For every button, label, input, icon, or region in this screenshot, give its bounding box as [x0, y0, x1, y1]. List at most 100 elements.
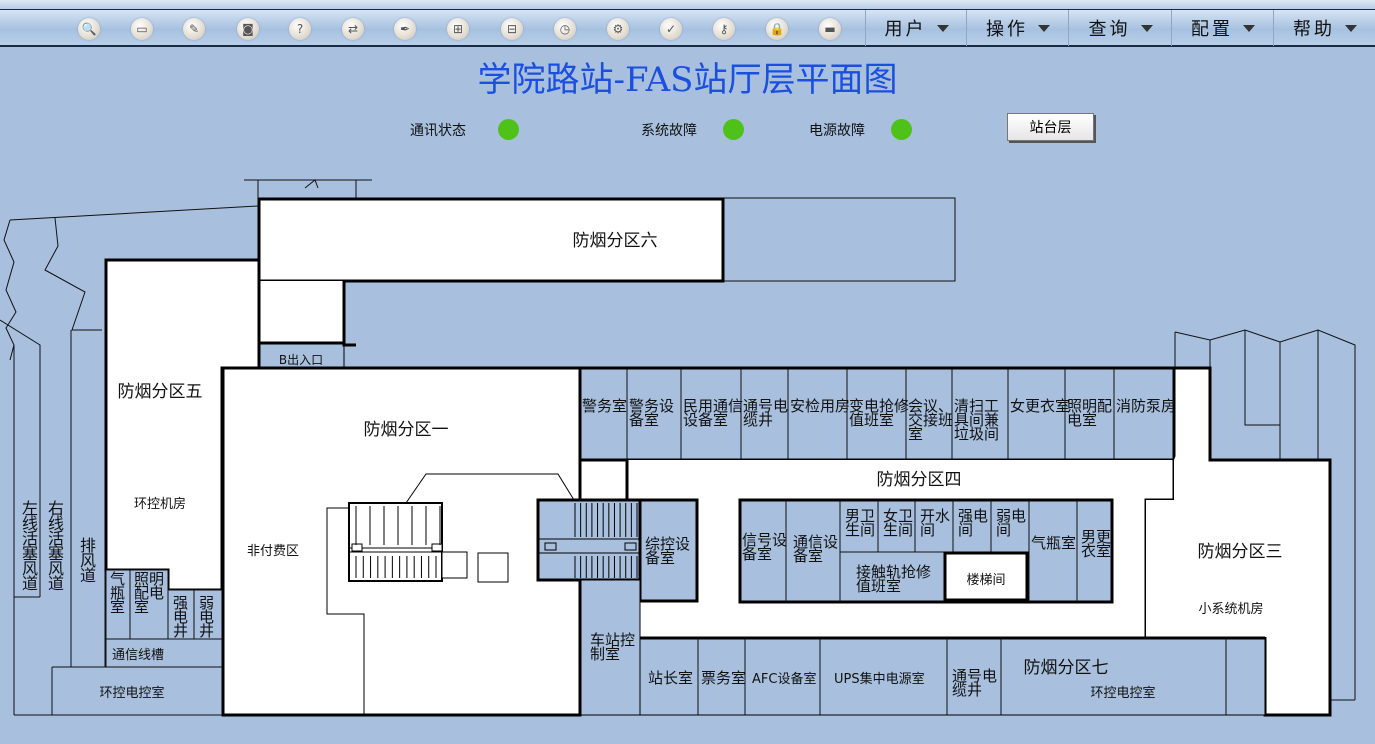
north-room	[680, 367, 742, 461]
room-station-control: 车站控制室	[590, 631, 635, 663]
network-tool-button[interactable]: ⊞	[447, 18, 469, 40]
tools-icon: ✓	[665, 22, 677, 36]
fullscreen-tool-button[interactable]: ▭	[131, 18, 153, 40]
room-hvac-control-z7: 环控电控室	[1090, 685, 1155, 701]
status-label-power-fault: 电源故障	[809, 123, 865, 139]
room-comm-trough: 通信线槽	[112, 648, 164, 663]
chevron-down-icon	[1345, 24, 1357, 32]
menu-label: 操作	[986, 19, 1028, 40]
south-room-label: 站长室	[648, 669, 693, 687]
room-strong-power: 强电间	[958, 507, 988, 539]
room-gas-cylinder-left: 气瓶室	[110, 570, 125, 616]
south-room-label: 通号电缆井	[952, 667, 997, 699]
north-room-label: 变电抢修值班室	[849, 397, 909, 429]
zone-6-label: 防烟分区六	[573, 231, 658, 251]
room-exhaust-duct: 排风道	[80, 536, 96, 585]
room-weak-power-shaft: 弱电井	[199, 594, 214, 640]
status-label-comm: 通讯状态	[410, 123, 466, 139]
room-signal-equipment: 信号设备室	[742, 531, 787, 563]
lock-tool-button[interactable]: 🔒	[766, 18, 788, 40]
switch-tool-button[interactable]: ⇄	[342, 18, 364, 40]
north-room-label: 消防泵房	[1116, 397, 1176, 415]
floor-plan: B出入口 防烟分区六 防烟分区五 防烟分区一 防烟分区四 防烟分区三 防烟分区七…	[0, 179, 1356, 717]
status-led-system-fault	[723, 119, 744, 140]
room-gas-cylinder: 气瓶室	[1031, 534, 1076, 552]
menu-query[interactable]: 查询	[1068, 10, 1172, 46]
north-room	[740, 367, 789, 461]
server-icon: ▬	[824, 22, 836, 36]
room-stairwell: 楼梯间	[966, 573, 1005, 588]
pin-icon: ✒	[399, 22, 411, 36]
room-lighting-distribution: 照明配电室	[134, 570, 164, 616]
room-boiling-water: 开水间	[920, 507, 950, 539]
pin-tool-button[interactable]: ✒	[394, 18, 416, 40]
zone-4-label: 防烟分区四	[877, 470, 962, 490]
room-strong-power-shaft: 强电井	[173, 594, 188, 640]
settings-icon: ⚙	[612, 22, 624, 36]
camera-tool-button[interactable]: ◙	[237, 18, 259, 40]
north-room	[846, 367, 907, 461]
page-title: 学院路站-FAS站厅层平面图	[477, 60, 898, 100]
north-room	[1064, 367, 1115, 461]
server-tool-button[interactable]: ▬	[819, 18, 841, 40]
edit-icon: ✎	[188, 22, 200, 36]
key-tool-button[interactable]: ⚷	[713, 18, 735, 40]
zone-1	[221, 366, 582, 717]
menu-help[interactable]: 帮助	[1273, 10, 1375, 46]
menu-config[interactable]: 配置	[1171, 10, 1274, 46]
north-room-label: 会议、交接班室	[908, 397, 953, 443]
zone-5-label: 防烟分区五	[118, 382, 203, 402]
platform-level-button[interactable]: 站台层	[1007, 113, 1094, 141]
menu-label: 查询	[1088, 19, 1131, 40]
room-mens-toilet: 男卫生间	[845, 507, 875, 539]
history-tool-button[interactable]: ◷	[554, 18, 576, 40]
north-room	[626, 367, 682, 461]
north-room	[787, 367, 848, 461]
toolbar: 🔍 ▭ ✎ ◙? ⇄ ✒ ⊞ ⊟ ◷ ⚙ ✓ ⚷ 🔒 ▬ 用户 操作 查询 配置 帮助	[0, 9, 1375, 47]
south-room-label: 票务室	[701, 669, 746, 687]
edit-tool-button[interactable]: ✎	[183, 18, 205, 40]
menu-operation[interactable]: 操作	[966, 10, 1069, 46]
chevron-down-icon	[1243, 24, 1255, 32]
search-tool-button[interactable]: 🔍	[78, 18, 100, 40]
room-rail-repair-duty: 接触轨抢修值班室	[856, 563, 931, 595]
switch-icon: ⇄	[347, 22, 359, 36]
north-room	[951, 367, 1009, 461]
north-room-label: 警务室	[582, 397, 627, 415]
help-tool-button[interactable]: ?	[289, 18, 311, 40]
zone-4	[578, 366, 1212, 502]
north-room-label: 警务设备室	[629, 397, 674, 429]
network-icon: ⊞	[452, 22, 464, 36]
north-room-label: 清扫工具间兼垃圾间	[954, 397, 999, 443]
north-room-label: 女更衣室	[1010, 397, 1070, 415]
settings-tool-button[interactable]: ⚙	[607, 18, 629, 40]
north-room-label: 安检用房	[790, 397, 850, 415]
tools-tool-button[interactable]: ✓	[660, 18, 682, 40]
room-hvac-machine: 环控机房	[134, 496, 186, 512]
room-weak-power: 弱电间	[996, 507, 1026, 539]
zone-3-label: 防烟分区三	[1198, 542, 1283, 562]
north-room-label: 民用通信设备室	[683, 397, 743, 429]
room-comm-equipment: 通信设备室	[793, 533, 838, 565]
chevron-down-icon	[1038, 24, 1050, 32]
menu-label: 帮助	[1293, 19, 1335, 40]
history-icon: ◷	[559, 22, 571, 36]
device-icon: ⊟	[506, 22, 518, 36]
south-room-label: UPS集中电源室	[834, 671, 925, 687]
north-room-label: 照明配电室	[1067, 397, 1112, 429]
search-icon: 🔍	[81, 22, 97, 36]
device-tool-button[interactable]: ⊟	[501, 18, 523, 40]
north-room	[905, 367, 953, 461]
north-room	[579, 367, 628, 461]
north-room	[1007, 367, 1066, 461]
zone-5	[104, 258, 261, 592]
zone-7-label: 防烟分区七	[1024, 658, 1109, 678]
room-integrated-control: 综控设备室	[645, 535, 690, 567]
status-led-comm	[498, 119, 519, 140]
camera-icon: ◙	[242, 22, 254, 36]
window-top-strip	[0, 0, 1375, 9]
room-mens-locker: 男更衣室	[1081, 528, 1111, 560]
menu-user[interactable]: 用户	[865, 10, 967, 46]
south-room-label: AFC设备室	[752, 671, 816, 687]
key-icon: ⚷	[719, 22, 729, 36]
